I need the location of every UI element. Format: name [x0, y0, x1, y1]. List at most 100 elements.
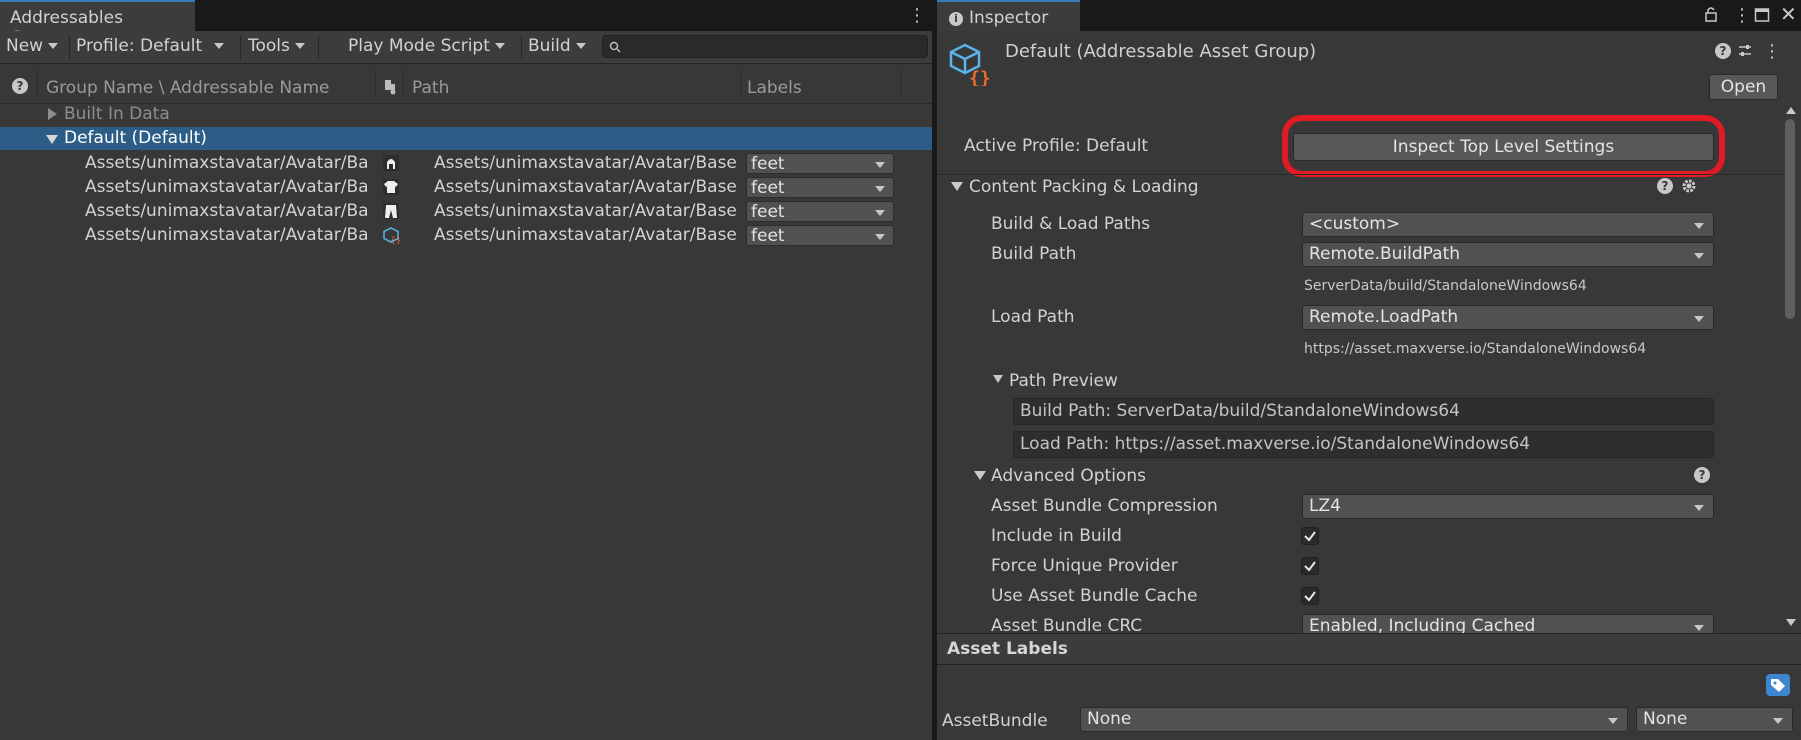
force-unique-provider-checkbox[interactable]: [1301, 557, 1319, 575]
chevron-down-icon[interactable]: [951, 182, 963, 191]
inspector-menu-icon[interactable]: ⋮: [1733, 7, 1751, 25]
tab-inspector[interactable]: i Inspector: [937, 0, 1080, 31]
component-menu-icon[interactable]: ⋮: [1763, 43, 1781, 61]
chevron-down-icon[interactable]: [46, 135, 58, 144]
close-icon[interactable]: ✕: [1780, 2, 1797, 26]
scrollbar-thumb[interactable]: [1785, 119, 1795, 319]
chevron-down-icon: [48, 43, 59, 49]
entry-label-value: feet: [751, 202, 785, 222]
chevron-down-icon: [1694, 253, 1704, 259]
maximize-icon[interactable]: [1754, 7, 1770, 23]
advanced-options-title[interactable]: Advanced Options: [991, 466, 1146, 486]
build-label: Build: [528, 36, 571, 56]
entry-path: Assets/unimaxstavatar/Avatar/Base: [434, 225, 737, 245]
checkmark-icon: [1304, 591, 1316, 602]
include-in-build-checkbox[interactable]: [1301, 527, 1319, 545]
entry-label-value: feet: [751, 154, 785, 174]
left-panel-menu-icon[interactable]: ⋮: [908, 7, 926, 25]
chevron-right-icon[interactable]: [48, 108, 57, 120]
chevron-down-icon[interactable]: [974, 471, 986, 480]
load-path-resolved: https://asset.maxverse.io/StandaloneWind…: [1304, 341, 1647, 357]
table-row[interactable]: Assets/unimaxstavatar/Avatar/Ba Assets/u…: [0, 200, 932, 223]
gear-icon[interactable]: [1681, 178, 1697, 194]
entry-labels-dropdown[interactable]: feet: [746, 201, 894, 222]
search-input[interactable]: [602, 35, 928, 58]
include-in-build-label: Include in Build: [991, 526, 1122, 546]
tag-icon[interactable]: [1766, 674, 1790, 696]
build-load-paths-dropdown[interactable]: <custom>: [1302, 212, 1714, 237]
head-icon: [383, 155, 399, 171]
help-icon[interactable]: ?: [12, 78, 28, 94]
scroll-up-arrow-icon[interactable]: [1786, 107, 1796, 114]
build-path-dropdown[interactable]: Remote.BuildPath: [1302, 242, 1714, 267]
inspector-tab-label: Inspector: [969, 8, 1049, 28]
bundle-crc-dropdown[interactable]: Enabled, Including Cached: [1302, 614, 1714, 633]
assetbundle-variant-value: None: [1643, 709, 1688, 729]
chevron-down-icon: [875, 162, 885, 168]
svg-text:{}: {}: [390, 236, 400, 244]
play-mode-script-dropdown[interactable]: Play Mode Script: [342, 33, 511, 60]
profile-dropdown[interactable]: Profile: Default: [70, 33, 230, 60]
help-icon[interactable]: ?: [1694, 467, 1710, 483]
help-icon[interactable]: ?: [1715, 43, 1731, 59]
svg-text:{}: {}: [969, 68, 991, 86]
group-row-built-in-data[interactable]: Built In Data: [0, 103, 932, 126]
assetbundle-variant-dropdown[interactable]: None: [1636, 707, 1793, 732]
scroll-down-arrow-icon[interactable]: [1786, 619, 1796, 626]
inspector-title: Default (Addressable Asset Group): [1005, 41, 1317, 62]
path-preview-title[interactable]: Path Preview: [1009, 371, 1118, 391]
bundle-crc-label: Asset Bundle CRC: [991, 616, 1143, 633]
tools-menu-button[interactable]: Tools: [242, 33, 311, 60]
tab-addressables-groups[interactable]: Addressables Groups: [0, 0, 195, 48]
entry-labels-dropdown[interactable]: feet: [746, 225, 894, 246]
shirt-icon: [383, 179, 399, 195]
compression-dropdown[interactable]: LZ4: [1302, 494, 1714, 519]
tag-glyph-icon: [1771, 679, 1785, 692]
build-path-value: Remote.BuildPath: [1309, 244, 1461, 264]
compression-value: LZ4: [1309, 496, 1341, 516]
build-menu-button[interactable]: Build: [522, 33, 592, 60]
column-separator: [403, 70, 404, 98]
new-label: New: [6, 36, 44, 56]
chevron-down-icon: [875, 186, 885, 192]
column-header-labels[interactable]: Labels: [747, 78, 802, 98]
entry-label-value: feet: [751, 226, 785, 246]
chevron-down-icon: [1694, 316, 1704, 322]
column-separator: [37, 70, 38, 98]
group-row-default[interactable]: Default (Default): [0, 127, 932, 150]
preset-settings-icon[interactable]: [1737, 43, 1753, 59]
assetbundle-dropdown[interactable]: None: [1080, 707, 1628, 732]
table-row[interactable]: Assets/unimaxstavatar/Avatar/Ba Assets/u…: [0, 176, 932, 199]
lock-icon[interactable]: [1703, 6, 1719, 22]
table-row[interactable]: Assets/unimaxstavatar/Avatar/Ba Assets/u…: [0, 152, 932, 175]
assetbundle-value: None: [1087, 709, 1132, 729]
column-header-path[interactable]: Path: [412, 78, 449, 98]
checkmark-icon: [1304, 561, 1316, 572]
checkmark-icon: [1304, 531, 1316, 542]
entry-address: Assets/unimaxstavatar/Avatar/Ba: [85, 177, 369, 197]
section-divider: [937, 174, 1783, 175]
column-header-name[interactable]: Group Name \ Addressable Name: [46, 78, 330, 98]
load-path-dropdown[interactable]: Remote.LoadPath: [1302, 305, 1714, 330]
entry-label-value: feet: [751, 178, 785, 198]
open-button[interactable]: Open: [1709, 74, 1778, 100]
chevron-down-icon: [494, 43, 505, 49]
addressable-group-icon: {}: [949, 43, 991, 86]
column-separator: [900, 70, 901, 98]
group-name: Built In Data: [64, 104, 170, 124]
load-path-value: Remote.LoadPath: [1309, 307, 1459, 327]
tools-label: Tools: [248, 36, 290, 56]
assetbundle-label: AssetBundle: [942, 711, 1048, 731]
content-packing-section-title[interactable]: Content Packing & Loading: [969, 177, 1199, 197]
new-menu-button[interactable]: New: [0, 33, 64, 60]
chevron-down-icon: [294, 43, 305, 49]
build-load-paths-label: Build & Load Paths: [991, 214, 1151, 234]
use-bundle-cache-checkbox[interactable]: [1301, 587, 1319, 605]
help-icon[interactable]: ?: [1657, 178, 1673, 194]
entry-labels-dropdown[interactable]: feet: [746, 177, 894, 198]
inspector-scrollbar[interactable]: [1783, 107, 1797, 637]
asset-type-icon[interactable]: [383, 79, 397, 95]
entry-labels-dropdown[interactable]: feet: [746, 153, 894, 174]
chevron-down-icon[interactable]: [993, 375, 1003, 383]
table-row[interactable]: Assets/unimaxstavatar/Avatar/Ba {} Asset…: [0, 224, 932, 247]
